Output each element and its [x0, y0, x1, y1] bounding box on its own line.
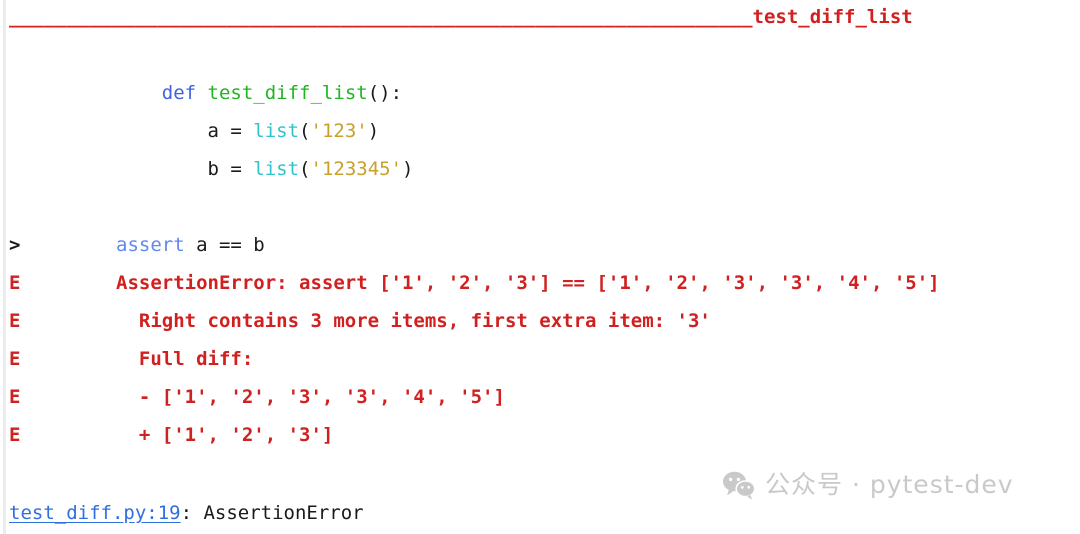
line-marker-error: E: [9, 424, 21, 446]
traceback-line: E - ['1', '2', '3', '3', '4', '5']: [0, 378, 1080, 416]
code-token: - ['1', '2', '3', '3', '4', '5']: [138, 386, 505, 408]
code-token: assert: [116, 234, 185, 256]
traceback-line: a = list('123'): [0, 112, 1080, 150]
code-token: a == b: [184, 234, 265, 256]
code-token: ): [402, 158, 414, 180]
traceback-line: b = list('123345'): [0, 150, 1080, 188]
line-marker-error: E: [9, 310, 21, 332]
code-token: (: [299, 120, 311, 142]
code-token: Right contains 3 more items, first extra…: [138, 310, 711, 332]
code-token: ():: [367, 82, 403, 104]
pytest-failure-output: ________________________________________…: [0, 0, 1080, 534]
code-token: Full diff:: [138, 348, 254, 370]
code-token: def: [161, 82, 197, 104]
section-separator: ________________________________________…: [0, 0, 1080, 36]
code-token: (: [299, 158, 311, 180]
code-token: AssertionError: assert ['1', '2', '3'] =…: [116, 272, 940, 294]
traceback-line: [0, 188, 1080, 226]
traceback-line: E Full diff:: [0, 340, 1080, 378]
code-token: list: [253, 120, 300, 142]
code-token: list: [253, 158, 300, 180]
code-token: '123': [310, 120, 368, 142]
traceback-line: def test_diff_list():: [0, 74, 1080, 112]
code-token: a =: [207, 120, 254, 142]
source-file-link[interactable]: test_diff.py:19: [9, 502, 181, 524]
line-marker-error: E: [9, 348, 21, 370]
code-token: b =: [207, 158, 254, 180]
traceback-line: E + ['1', '2', '3']: [0, 416, 1080, 454]
line-marker-error: E: [9, 272, 21, 294]
traceback-line: E AssertionError: assert ['1', '2', '3'] …: [0, 264, 1080, 302]
separator-title: test_diff_list: [752, 6, 913, 28]
failure-exception-name: : AssertionError: [180, 502, 364, 524]
line-marker-caret: >: [9, 234, 21, 256]
traceback-line: > assert a == b: [0, 226, 1080, 264]
code-token: ): [367, 120, 380, 142]
traceback-line: E Right contains 3 more items, first ext…: [0, 302, 1080, 340]
code-token: + ['1', '2', '3']: [138, 424, 334, 446]
code-token: '123345': [310, 158, 403, 180]
line-marker-error: E: [9, 386, 21, 408]
terminal-output: ________________________________________…: [0, 0, 1080, 524]
separator-rule: ________________________________________…: [9, 6, 753, 28]
code-token: test_diff_list: [207, 82, 368, 104]
failure-location-line: test_diff.py:19: AssertionError: [0, 494, 1080, 532]
